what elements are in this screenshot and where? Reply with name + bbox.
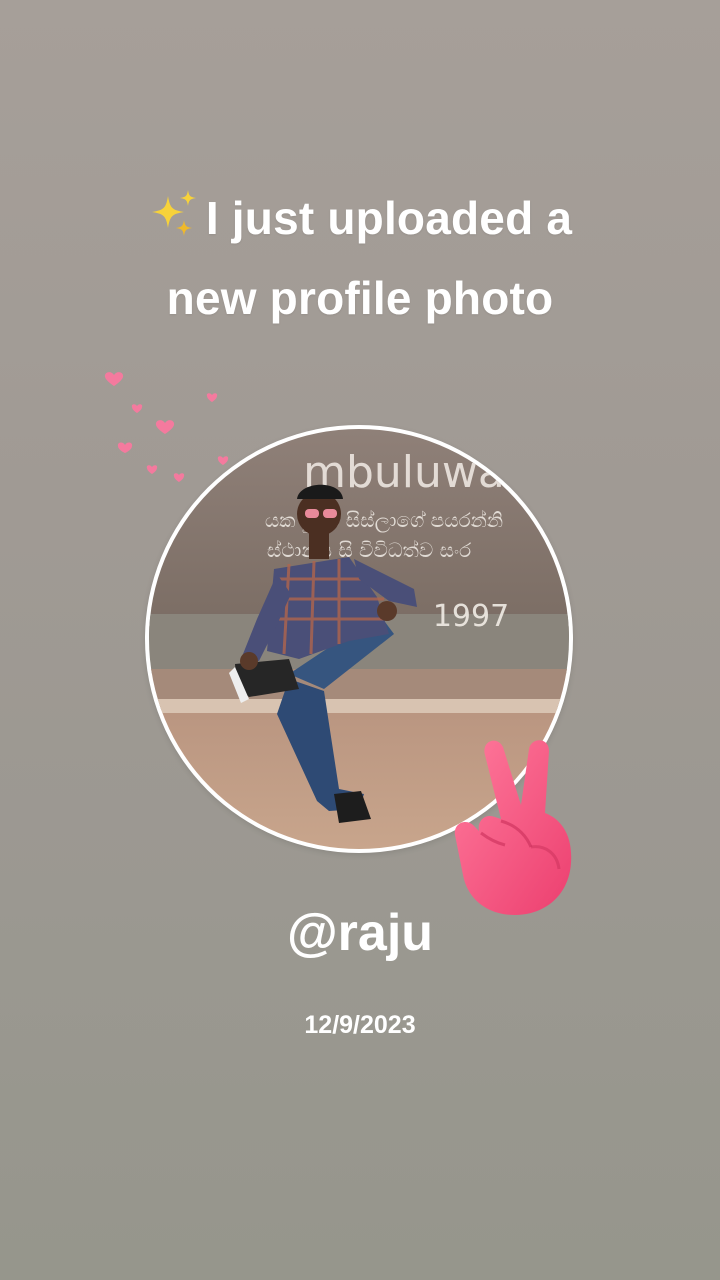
headline-line-2: new profile photo [166, 272, 554, 324]
post-date: 12/9/2023 [304, 1011, 416, 1039]
profile-handle: @raju [286, 904, 434, 962]
sparkles-icon [151, 190, 196, 236]
headline-text-1: I just uploaded a [205, 192, 573, 244]
sign-year: 1997 [433, 599, 509, 634]
sign-script-2: ස්ථානය සි විවිධත්ව සංර [267, 538, 471, 562]
headline: I just uploaded a new profile photo [60, 178, 660, 338]
headline-line-1: I just uploaded a [60, 178, 660, 258]
victory-hand-icon [454, 740, 572, 915]
